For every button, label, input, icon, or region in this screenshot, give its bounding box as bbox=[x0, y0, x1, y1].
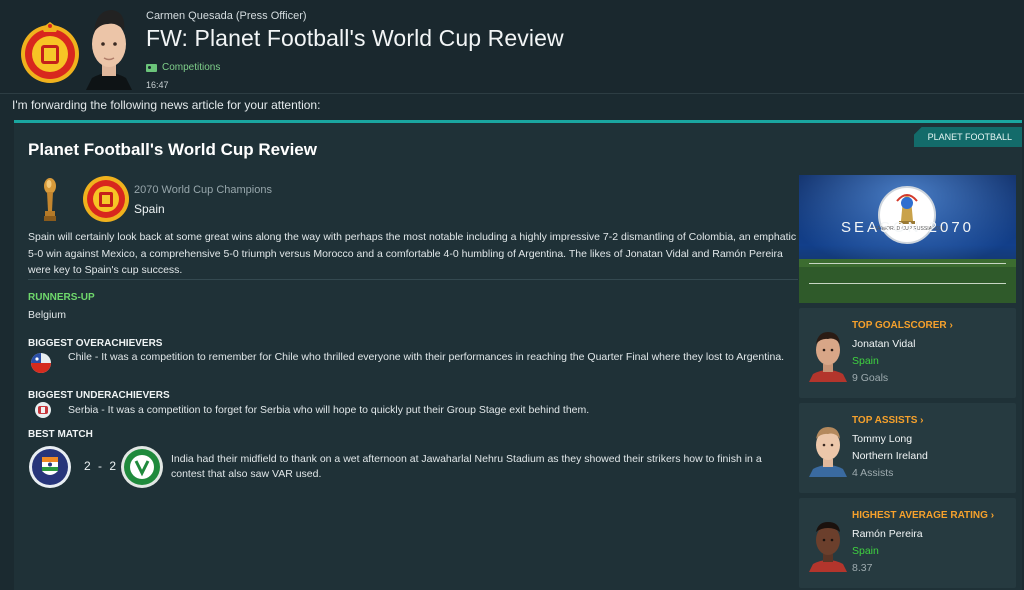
season-label: SEASON 2070 bbox=[840, 219, 975, 236]
overachievers-heading: BIGGEST OVERACHIEVERS bbox=[28, 338, 163, 349]
top-goalscorer-value: 9 Goals bbox=[852, 372, 889, 384]
article-summary: Spain will certainly look back at some g… bbox=[28, 231, 797, 276]
runners-up-heading: RUNNERS-UP bbox=[28, 292, 95, 303]
top-goalscorer-card[interactable]: TOP GOALSCORER › Jonatan Vidal Spain 9 G… bbox=[799, 308, 1016, 398]
trophy-icon bbox=[44, 178, 56, 221]
top-goalscorer-heading[interactable]: TOP GOALSCORER › bbox=[852, 320, 953, 331]
opponent-crest-icon[interactable] bbox=[120, 445, 164, 489]
message-title: FW: Planet Football's World Cup Review bbox=[146, 25, 564, 51]
publication-tag: PLANET FOOTBALL bbox=[913, 127, 1022, 147]
season-banner: FIFA WORLD CUP RUSSIA 2018 bbox=[799, 175, 1016, 303]
player-avatar bbox=[809, 427, 847, 477]
top-goalscorer-name[interactable]: Jonatan Vidal bbox=[852, 338, 915, 350]
underachievers-text: Serbia - It was a competition to forget … bbox=[68, 404, 590, 416]
header-divider bbox=[0, 93, 1024, 94]
top-assists-name[interactable]: Tommy Long bbox=[852, 433, 912, 445]
champions-subtitle: 2070 World Cup Champions bbox=[134, 184, 272, 196]
message-header: Carmen Quesada (Press Officer) FW: Plane… bbox=[0, 0, 1024, 93]
serbia-flag-icon[interactable] bbox=[34, 401, 52, 419]
sender-name[interactable]: Carmen Quesada (Press Officer) bbox=[146, 10, 307, 22]
spain-crest-icon[interactable] bbox=[82, 175, 130, 223]
article-panel: PLANET FOOTBALL Planet Football's World … bbox=[14, 120, 1022, 590]
top-assists-card[interactable]: TOP ASSISTS › Tommy Long Northern Irelan… bbox=[799, 403, 1016, 493]
category-label: Competitions bbox=[162, 62, 221, 73]
runners-up-team[interactable]: Belgium bbox=[28, 309, 66, 321]
best-match-text: India had their midfield to thank on a w… bbox=[171, 453, 762, 480]
section-divider bbox=[28, 279, 798, 280]
india-crest-icon[interactable] bbox=[28, 445, 72, 489]
player-avatar bbox=[809, 522, 847, 572]
chevron-right-icon: › bbox=[920, 415, 924, 426]
overachievers-text: Chile - It was a competition to remember… bbox=[68, 351, 785, 363]
highest-rating-name[interactable]: Ramón Pereira bbox=[852, 528, 923, 540]
tag-icon bbox=[146, 63, 157, 72]
best-match-score: 2 - 2 bbox=[84, 459, 119, 473]
highest-rating-card[interactable]: HIGHEST AVERAGE RATING › Ramón Pereira S… bbox=[799, 498, 1016, 588]
highest-rating-value: 8.37 bbox=[852, 562, 873, 574]
top-assists-value: 4 Assists bbox=[852, 467, 894, 479]
message-time: 16:47 bbox=[146, 80, 169, 90]
spain-federation-crest-icon[interactable] bbox=[20, 18, 80, 84]
chile-flag-icon[interactable] bbox=[30, 352, 52, 374]
underachievers-heading: BIGGEST UNDERACHIEVERS bbox=[28, 390, 170, 401]
forward-intro: I'm forwarding the following news articl… bbox=[12, 98, 321, 112]
sender-avatar[interactable] bbox=[82, 8, 136, 90]
top-assists-team[interactable]: Northern Ireland bbox=[852, 450, 928, 462]
chevron-right-icon: › bbox=[990, 510, 995, 521]
article-title: Planet Football's World Cup Review bbox=[28, 140, 317, 159]
player-avatar bbox=[809, 332, 847, 382]
top-assists-heading[interactable]: TOP ASSISTS › bbox=[852, 415, 924, 426]
category-tag[interactable]: Competitions bbox=[146, 62, 220, 73]
champion-team[interactable]: Spain bbox=[134, 202, 165, 216]
highest-rating-heading[interactable]: HIGHEST AVERAGE RATING › bbox=[852, 510, 994, 521]
top-goalscorer-team[interactable]: Spain bbox=[852, 355, 879, 367]
highest-rating-team[interactable]: Spain bbox=[852, 545, 879, 557]
chevron-right-icon: › bbox=[949, 320, 953, 331]
best-match-heading: BEST MATCH bbox=[28, 429, 93, 440]
